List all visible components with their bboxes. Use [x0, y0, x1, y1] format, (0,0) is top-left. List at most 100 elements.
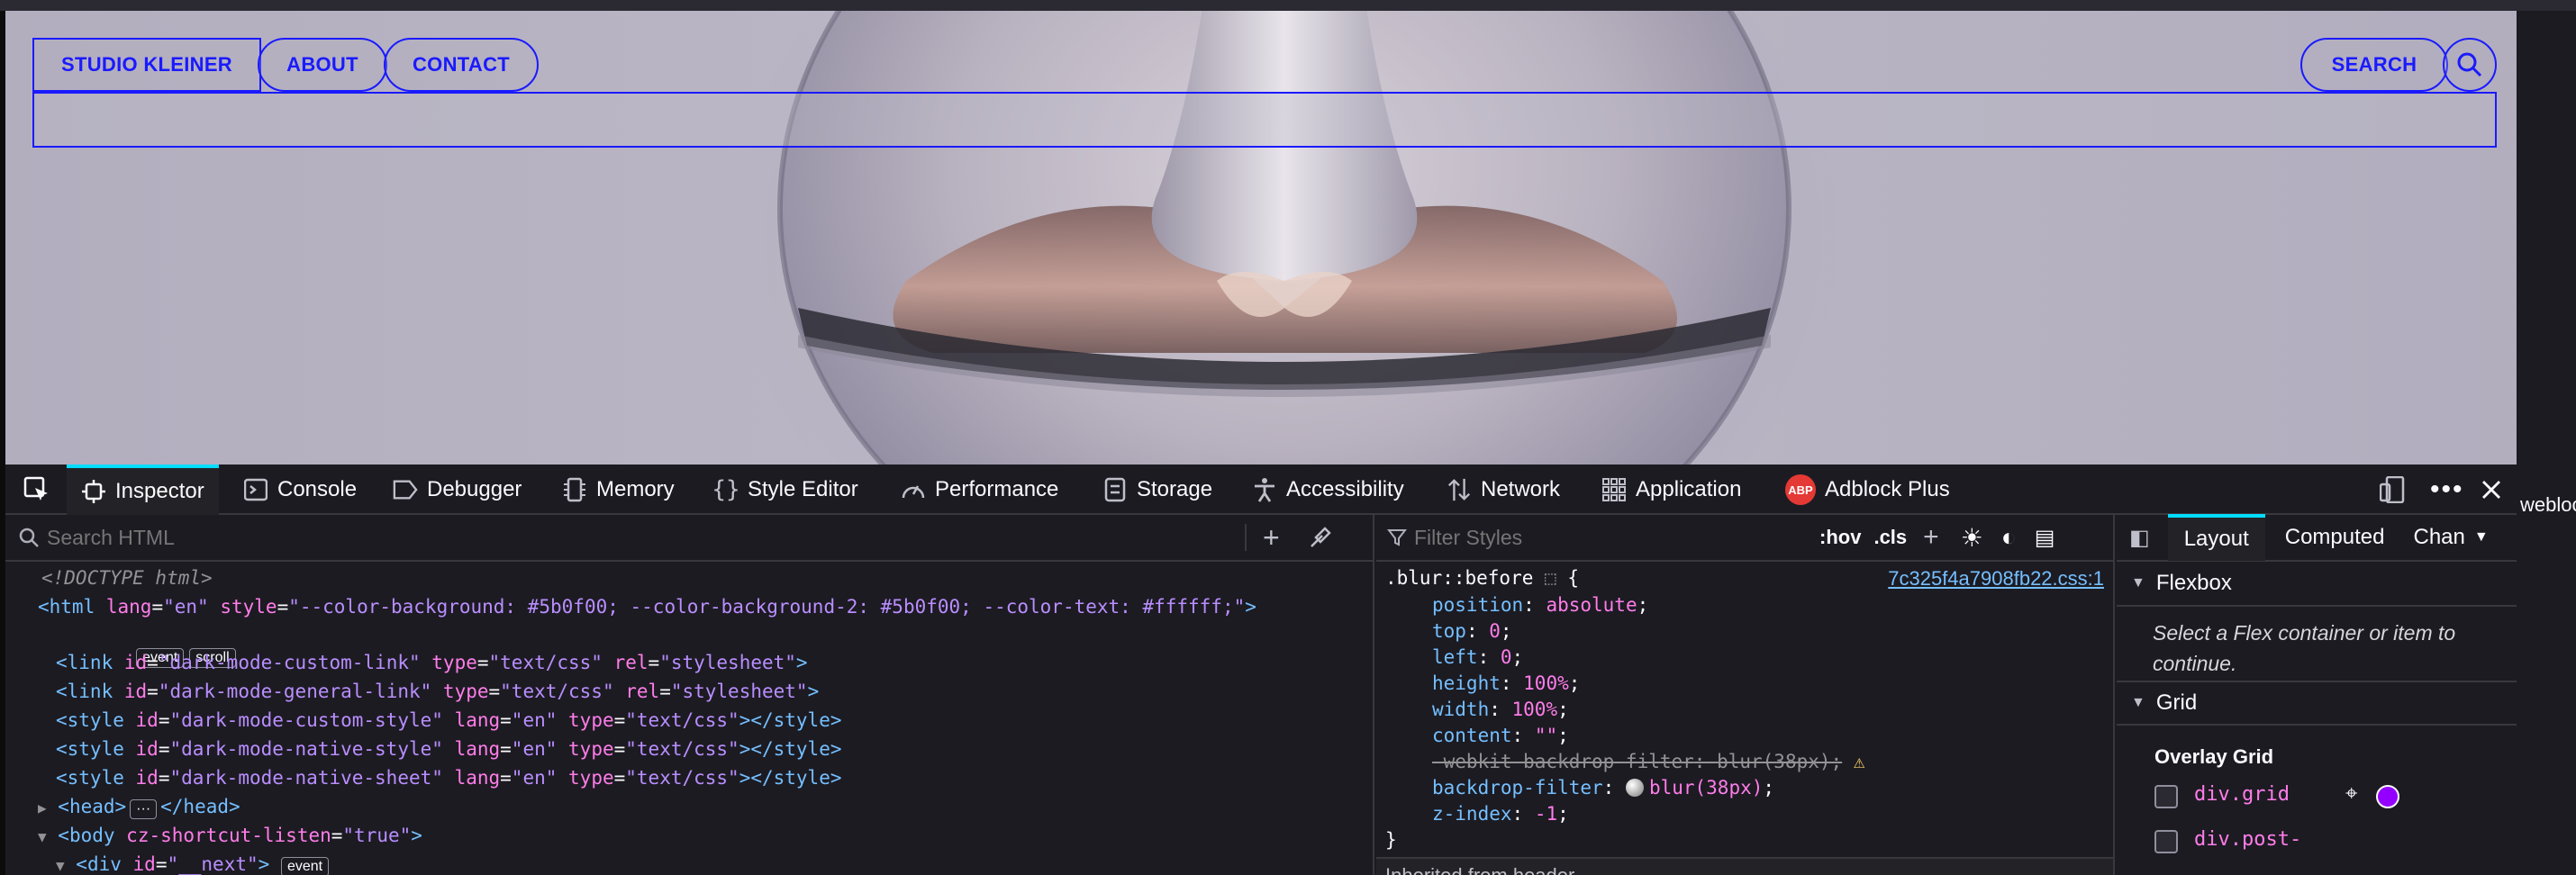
html-tree-panel: + <!DOCTYPE html> <html lang="en" style=…	[5, 515, 1374, 875]
element-picker-button[interactable]	[14, 465, 59, 515]
declaration[interactable]: backdrop-filter: blur(38px);	[1432, 777, 1774, 798]
tab-application[interactable]: Application	[1601, 465, 1741, 515]
tab-storage[interactable]: Storage	[1102, 465, 1212, 515]
devtools-toolbar: Inspector Console Debugger Memory {} Sty…	[5, 465, 2517, 515]
print-media-icon[interactable]: ▤	[2035, 525, 2055, 551]
storage-icon	[1102, 477, 1128, 502]
style-node[interactable]: <style id="dark-mode-native-sheet" lang=…	[56, 767, 842, 789]
collapsed-content-badge[interactable]: ···	[130, 799, 158, 819]
search-icon	[2457, 52, 2482, 77]
filter-swatch-icon[interactable]	[1625, 779, 1644, 797]
grid-color-swatch[interactable]	[2376, 785, 2399, 808]
tab-debugger[interactable]: Debugger	[393, 465, 522, 515]
rule-selector[interactable]: .blur::before ⬚ {	[1385, 567, 1579, 589]
memory-icon	[562, 477, 587, 502]
tab-computed[interactable]: Computed	[2265, 525, 2405, 550]
grid-item-label: div.post-	[2194, 828, 2302, 851]
event-badge[interactable]: event	[280, 857, 330, 875]
flex-hint-text: Select a Flex container or item to conti…	[2153, 621, 2456, 675]
attr-value: "--color-background: #5b0f00; --color-ba…	[288, 596, 1246, 618]
flexbox-section-header[interactable]: ▼ Flexbox	[2117, 562, 2517, 607]
tab-layout[interactable]: Layout	[2167, 514, 2265, 561]
responsive-design-mode-button[interactable]	[2380, 465, 2405, 515]
add-node-icon[interactable]: +	[1263, 521, 1280, 555]
nav-about-link[interactable]: ABOUT	[258, 38, 387, 92]
dark-scheme-icon[interactable]: ◐	[2001, 523, 2017, 552]
attr-value: "en"	[163, 596, 209, 618]
hover-states-toggle[interactable]: :hov	[1819, 526, 1861, 549]
eyedropper-icon[interactable]	[1309, 526, 1332, 549]
more-icon: •••	[2430, 474, 2464, 504]
declaration[interactable]: content: "";	[1432, 725, 1569, 746]
more-options-button[interactable]: •••	[2430, 465, 2464, 515]
tabs-overflow-icon[interactable]: ▼	[2474, 529, 2489, 546]
declaration[interactable]: left: 0;	[1432, 646, 1523, 668]
grid-item-label: div.grid	[2194, 783, 2290, 806]
site-search-icon-button[interactable]	[2443, 38, 2497, 92]
grid-overlay-checkbox[interactable]	[2154, 785, 2178, 808]
overlay-grid-heading: Overlay Grid	[2154, 745, 2274, 768]
link-node[interactable]: <link id="dark-mode-general-link" type="…	[56, 681, 819, 702]
highlight-grid-icon[interactable]: ⌖	[2345, 781, 2358, 807]
div-next-node[interactable]: ▼ <div id="__next"> event	[56, 853, 334, 875]
head-node[interactable]: ▶ <head> ··· </head>	[38, 796, 240, 819]
grid-overlay-checkbox[interactable]	[2154, 830, 2178, 853]
style-editor-icon: {}	[712, 476, 740, 503]
html-element-node[interactable]: <html lang="en" style="--color-backgroun…	[38, 596, 1256, 618]
overflow-text: webloc	[2520, 493, 2576, 516]
body-node[interactable]: ▼ <body cz-shortcut-listen="true">	[38, 825, 422, 846]
browser-top-strip	[0, 0, 2576, 11]
declaration[interactable]: width: 100%;	[1432, 699, 1569, 720]
light-scheme-icon[interactable]: ☀	[1961, 523, 1983, 553]
tab-performance[interactable]: Performance	[901, 465, 1058, 515]
tab-label: Performance	[935, 477, 1059, 501]
classes-toggle[interactable]: .cls	[1873, 526, 1907, 549]
nav-contact-link[interactable]: CONTACT	[384, 38, 539, 92]
brand-link[interactable]: STUDIO KLEINER	[32, 38, 261, 92]
close-devtools-button[interactable]	[2481, 465, 2502, 515]
sidebar-tab-bar: ◧ Layout Computed Chan ▼	[2117, 514, 2517, 562]
declaration[interactable]: z-index: -1;	[1432, 803, 1569, 825]
style-node[interactable]: <style id="dark-mode-custom-style" lang=…	[56, 709, 842, 731]
tab-label: Network	[1481, 477, 1561, 501]
expand-twisty-icon[interactable]: ▶	[38, 799, 47, 816]
inherited-header: Inherited from header	[1376, 857, 2113, 875]
devtools-panel: Inspector Console Debugger Memory {} Sty…	[5, 465, 2517, 875]
tab-adblock-plus[interactable]: ABP Adblock Plus	[1785, 465, 1950, 515]
inspector-icon	[81, 479, 106, 504]
doctype-node[interactable]: <!DOCTYPE html>	[41, 567, 213, 589]
grid-section-header[interactable]: ▼ Grid	[2117, 681, 2517, 726]
tab-label: Adblock Plus	[1825, 477, 1950, 501]
attr-name: lang	[105, 596, 152, 618]
accessibility-icon	[1252, 477, 1277, 502]
performance-icon	[901, 477, 926, 502]
tab-label: Application	[1636, 477, 1742, 501]
declaration-struck[interactable]: -webkit-backdrop-filter: blur(38px); ⚠	[1432, 751, 1865, 772]
rule-close-brace: }	[1385, 829, 1397, 851]
responsive-mode-icon	[2380, 476, 2405, 503]
toggle-sidebar-icon[interactable]: ◧	[2129, 525, 2150, 551]
tab-changes[interactable]: Chan	[2404, 525, 2464, 550]
link-node[interactable]: <link id="dark-mode-custom-link" type="t…	[56, 652, 808, 673]
tab-inspector[interactable]: Inspector	[67, 465, 219, 515]
site-search-button[interactable]: SEARCH	[2300, 38, 2448, 92]
tab-network[interactable]: Network	[1447, 465, 1560, 515]
collapse-twisty-icon[interactable]: ▼	[56, 857, 65, 874]
tab-style-editor[interactable]: {} Style Editor	[712, 465, 857, 515]
search-html-input[interactable]	[47, 525, 1245, 550]
warning-icon: ⚠	[1853, 751, 1865, 772]
style-node[interactable]: <style id="dark-mode-native-style" lang=…	[56, 738, 842, 760]
page-viewport: STUDIO KLEINER ABOUT CONTACT SEARCH	[5, 11, 2517, 465]
declaration[interactable]: height: 100%;	[1432, 672, 1580, 694]
filter-styles-input[interactable]	[1414, 525, 1819, 550]
collapse-twisty-icon[interactable]: ▼	[38, 828, 47, 845]
tab-memory[interactable]: Memory	[562, 465, 675, 515]
network-icon	[1447, 477, 1472, 502]
rule-source-link[interactable]: 7c325f4a7908fb22.css:1	[1888, 567, 2104, 591]
tab-console[interactable]: Console	[243, 465, 357, 515]
declaration[interactable]: position: absolute;	[1432, 594, 1648, 616]
tab-accessibility[interactable]: Accessibility	[1252, 465, 1404, 515]
add-rule-icon[interactable]: +	[1923, 522, 1939, 553]
declaration[interactable]: top: 0;	[1432, 620, 1512, 642]
tab-label: Memory	[596, 477, 675, 501]
